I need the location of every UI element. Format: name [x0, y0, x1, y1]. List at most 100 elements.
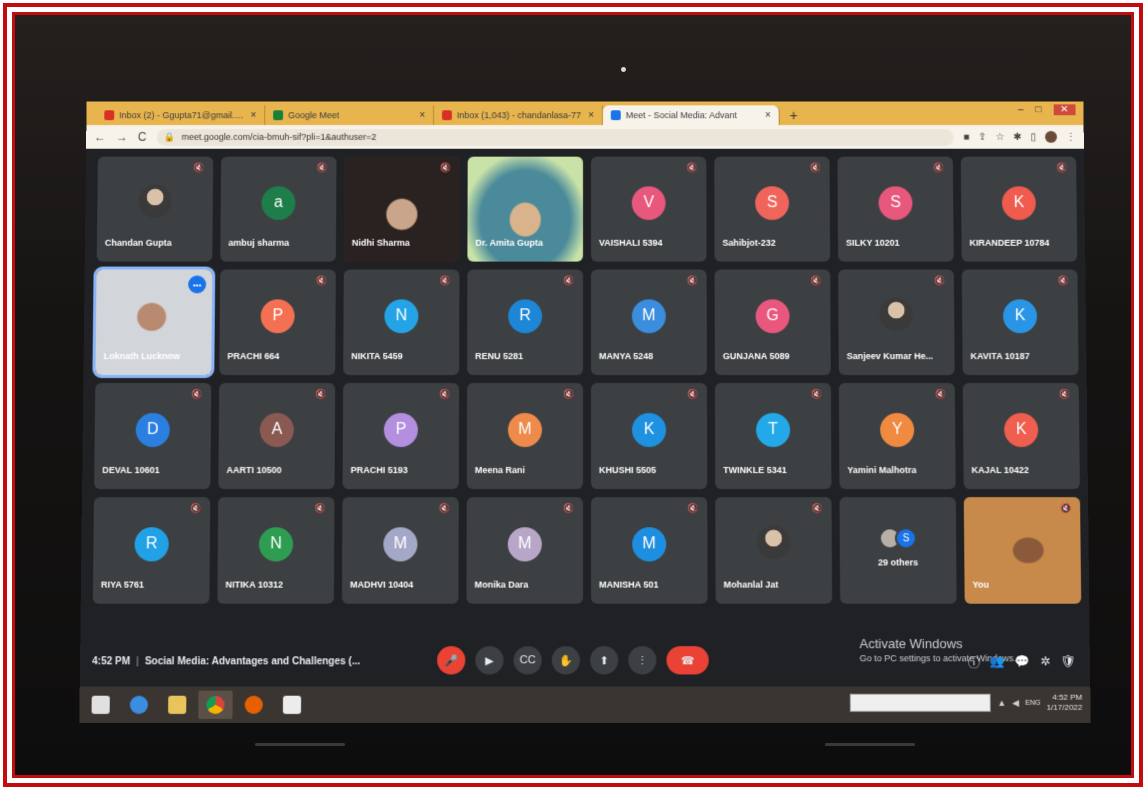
participant-tile[interactable]: S 🔇 SILKY 10201 [837, 156, 954, 262]
participant-tile[interactable]: S 🔇 Sahibjot-232 [714, 156, 831, 262]
share-icon[interactable]: ⇪ [978, 131, 986, 142]
participant-tile[interactable]: a 🔇 ambuj sharma [220, 156, 337, 262]
activities-icon[interactable]: ✲ [1040, 654, 1050, 671]
reload-button[interactable]: C [138, 130, 147, 144]
avatar: T [756, 412, 791, 448]
participant-tile[interactable]: R 🔇 RENU 5281 [467, 269, 584, 376]
participant-tile[interactable]: P 🔇 PRACHI 664 [219, 269, 336, 376]
internet-explorer-icon [129, 695, 149, 714]
participant-tile[interactable]: M 🔇 Monika Dara [466, 497, 583, 604]
participant-tile[interactable]: G 🔇 GUNJANA 5089 [714, 269, 831, 376]
start-button[interactable] [83, 691, 118, 719]
chat-icon[interactable]: 💬 [1015, 654, 1030, 671]
participant-tile[interactable]: K 🔇 KIRANDEEP 10784 [960, 156, 1078, 262]
windows-taskbar: ▲ ◀ ENG 4:52 PM 1/17/2022 [79, 686, 1091, 724]
clock-date: 1/17/2022 [1046, 702, 1083, 712]
bezel-detail [825, 743, 915, 746]
clock[interactable]: 4:52 PM 1/17/2022 [1046, 693, 1083, 713]
muted-mic-icon: 🔇 [934, 275, 946, 286]
participant-tile[interactable]: M 🔇 MANISHA 501 [591, 497, 708, 604]
mic-off-button[interactable]: 🎤 [437, 646, 466, 675]
more-options-button[interactable]: ⋮ [628, 646, 657, 675]
participant-tile[interactable]: K 🔇 KAJAL 10422 [962, 383, 1080, 490]
minimize-button[interactable]: – [1018, 104, 1024, 115]
present-button[interactable]: ⬆ [590, 646, 619, 675]
participant-tile[interactable]: K 🔇 KHUSHI 5505 [590, 383, 708, 490]
close-tab-icon[interactable]: × [588, 110, 594, 121]
participant-tile[interactable]: Y 🔇 Yamini Malhotra [838, 383, 956, 490]
participant-name: Dr. Amita Gupta [475, 237, 543, 248]
close-tab-icon[interactable]: × [765, 110, 771, 121]
participant-tile[interactable]: K 🔇 KAVITA 10187 [961, 269, 1079, 376]
participant-tile[interactable]: 🔇 You [963, 497, 1082, 604]
close-tab-icon[interactable]: × [419, 110, 425, 121]
participant-name: Nidhi Sharma [351, 237, 410, 248]
close-window-button[interactable]: ✕ [1053, 104, 1076, 116]
participant-tile[interactable]: 🔇 Sanjeev Kumar He... [838, 269, 955, 376]
tab-gmail-1[interactable]: Inbox (2) - Ggupta71@gmail.com × [96, 105, 266, 126]
muted-mic-icon: 🔇 [687, 275, 699, 286]
raise-hand-button[interactable]: ✋ [551, 646, 580, 675]
tab-meet-active[interactable]: Meet - Social Media: Advant × [602, 105, 780, 126]
participant-tile[interactable]: M 🔇 MANYA 5248 [590, 269, 707, 376]
info-icon[interactable]: ⓘ [968, 654, 980, 671]
muted-mic-icon: 🔇 [688, 503, 700, 514]
taskbar-chrome[interactable] [198, 690, 233, 720]
participant-tile[interactable]: M 🔇 MADHVI 10404 [341, 497, 459, 604]
extensions-icon[interactable]: ✱ [1013, 131, 1021, 142]
taskbar-search-field[interactable] [850, 693, 992, 712]
participant-tile[interactable]: R 🔇 RIYA 5761 [92, 497, 211, 604]
close-tab-icon[interactable]: × [250, 110, 256, 121]
back-button[interactable]: ← [94, 130, 106, 144]
participant-tile[interactable]: 🔇 Nidhi Sharma [343, 156, 460, 262]
participant-tile[interactable]: M 🔇 Meena Rani [466, 383, 584, 490]
participant-tile[interactable]: A 🔇 AARTI 10500 [218, 383, 336, 490]
muted-mic-icon: 🔇 [1060, 503, 1073, 514]
host-controls-icon[interactable]: 🛡 [1060, 654, 1076, 671]
webcam-dot [621, 67, 626, 72]
browser-tab-strip: Inbox (2) - Ggupta71@gmail.com × Google … [86, 101, 1084, 126]
people-icon[interactable]: 👥 [990, 654, 1005, 671]
new-tab-button[interactable]: + [780, 105, 808, 125]
maximize-button[interactable]: □ [1035, 104, 1041, 115]
muted-mic-icon: 🔇 [1059, 389, 1071, 400]
tab-google-meet[interactable]: Google Meet × [265, 105, 435, 126]
bookmark-star-icon[interactable]: ☆ [995, 131, 1004, 142]
participant-tile[interactable]: T 🔇 TWINKLE 5341 [714, 383, 832, 490]
participant-tile[interactable]: Dr. Amita Gupta [467, 156, 584, 262]
meeting-title[interactable]: Social Media: Advantages and Challenges … [145, 656, 427, 667]
captions-button[interactable]: CC [513, 646, 542, 675]
taskbar-ie[interactable] [122, 691, 157, 719]
muted-mic-icon: 🔇 [935, 389, 947, 400]
participant-tile[interactable]: P 🔇 PRACHI 5193 [342, 383, 460, 490]
avatar: Y [880, 412, 915, 448]
participant-tile[interactable]: S 29 others [839, 497, 957, 604]
participant-name: KAVITA 10187 [970, 351, 1030, 362]
participant-name: KHUSHI 5505 [599, 465, 657, 476]
taskbar-pdf[interactable] [275, 691, 309, 719]
network-icon[interactable]: ▲ [997, 698, 1006, 708]
participant-tile[interactable]: ••• Loknath Lucknow [92, 266, 216, 379]
participant-tile[interactable]: N 🔇 NITIKA 10312 [217, 497, 335, 604]
menu-icon[interactable]: ⋮ [1066, 131, 1076, 142]
volume-icon[interactable]: ◀ [1012, 697, 1019, 708]
muted-mic-icon: 🔇 [315, 389, 328, 400]
hang-up-button[interactable]: ☎ [666, 646, 709, 675]
taskbar-firefox[interactable] [237, 691, 271, 719]
participant-tile[interactable]: N 🔇 NIKITA 5459 [343, 269, 460, 376]
participant-tile[interactable]: V 🔇 VAISHALI 5394 [590, 156, 707, 262]
avatar: M [383, 527, 418, 562]
tab-gmail-2[interactable]: Inbox (1,043) - chandanlasa-77 × [434, 105, 603, 126]
language-indicator[interactable]: ENG [1025, 699, 1040, 706]
profile-avatar[interactable] [1044, 130, 1058, 143]
camera-indicator-icon[interactable]: ■ [963, 131, 969, 142]
participant-tile[interactable]: 🔇 Chandan Gupta [96, 156, 214, 262]
taskbar-explorer[interactable] [160, 691, 195, 719]
participant-tile[interactable]: D 🔇 DEVAL 10601 [94, 383, 212, 490]
sidebar-icon[interactable]: ▯ [1031, 131, 1037, 142]
avatar: M [631, 299, 666, 334]
url-field[interactable]: 🔒 meet.google.com/cia-bmuh-sif?pli=1&aut… [156, 128, 954, 146]
camera-button[interactable]: ▶ [475, 646, 504, 675]
forward-button[interactable]: → [116, 130, 128, 144]
participant-tile[interactable]: 🔇 Mohanlal Jat [715, 497, 833, 604]
